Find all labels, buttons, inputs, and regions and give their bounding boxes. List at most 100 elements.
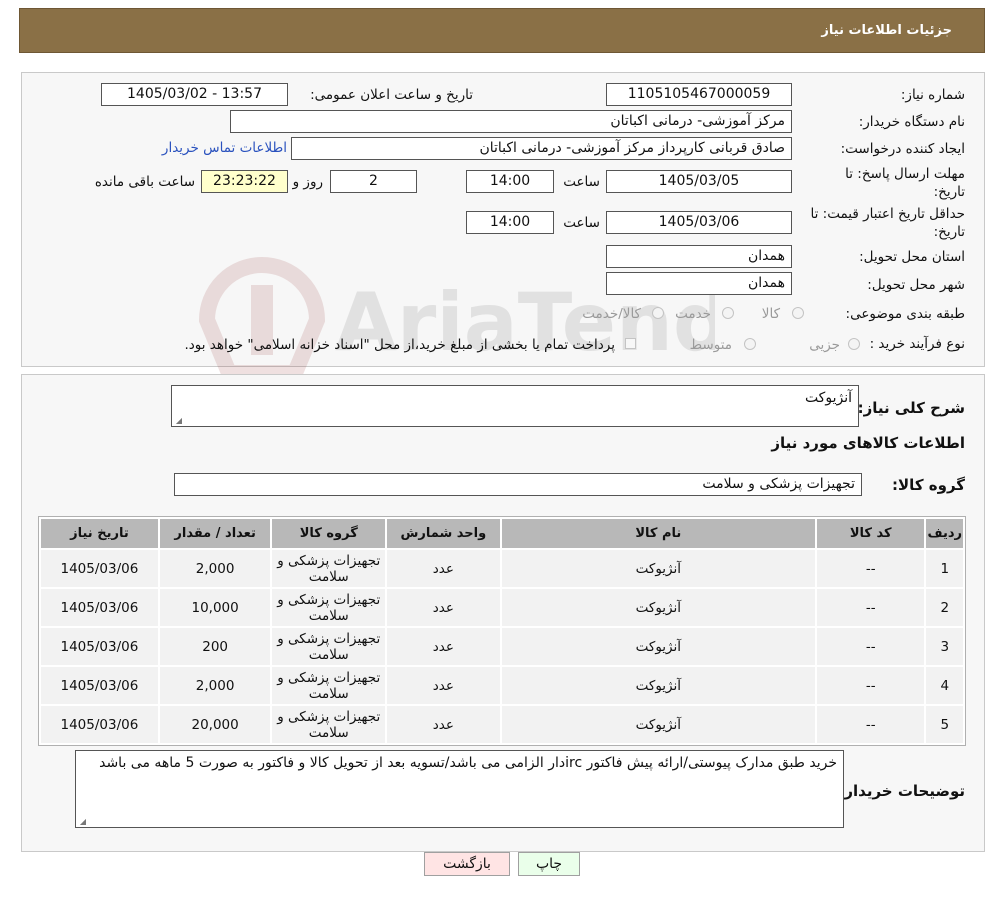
- back-button[interactable]: بازگشت: [424, 852, 510, 876]
- item-code-cell: --: [817, 589, 925, 626]
- validity-time-field: 14:00: [466, 211, 554, 234]
- col-header-unit: واحد شمارش: [387, 519, 500, 548]
- goods-group-field: تجهیزات پزشکی و سلامت: [174, 473, 862, 496]
- col-header-item-code: کد کالا: [817, 519, 925, 548]
- unit-cell: عدد: [387, 706, 500, 743]
- city-field: همدان: [606, 272, 792, 295]
- remaining-label: ساعت باقی مانده: [94, 174, 195, 190]
- quantity-cell: 10,000: [159, 589, 271, 626]
- resize-grip-icon: ◢: [79, 817, 86, 826]
- item-code-cell: --: [817, 628, 925, 665]
- item-name-cell: آنژیوکت: [501, 667, 815, 704]
- page-header: جزئیات اطلاعات نیاز: [19, 8, 985, 53]
- item-code-cell: --: [817, 706, 925, 743]
- category-radio-goods-service[interactable]: [652, 307, 664, 319]
- table-row: 1 -- آنژیوکت عدد تجهیزات پزشکی و سلامت 2…: [41, 550, 963, 587]
- buyer-notes-text: خرید طبق مدارک پیوستی/ارائه پیش فاکتور i…: [99, 755, 837, 771]
- deadline-time-label: ساعت: [563, 174, 600, 190]
- province-label: استان محل تحویل:: [859, 249, 965, 265]
- validity-label: حداقل تاریخ اعتبار قیمت: تا: [810, 206, 965, 222]
- general-description-label: شرح کلی نیاز:: [857, 399, 965, 417]
- category-radio-goods[interactable]: [792, 307, 804, 319]
- col-header-quantity: تعداد / مقدار: [159, 519, 271, 548]
- process-label: نوع فرآیند خرید :: [869, 336, 965, 352]
- items-heading: اطلاعات کالاهای مورد نیاز: [771, 434, 965, 452]
- col-header-row-number: ردیف: [926, 519, 963, 548]
- row-number-cell: 5: [926, 706, 963, 743]
- group-cell: تجهیزات پزشکی و سلامت: [272, 550, 386, 587]
- table-row: 4 -- آنژیوکت عدد تجهیزات پزشکی و سلامت 2…: [41, 667, 963, 704]
- need-date-cell: 1405/03/06: [41, 550, 158, 587]
- deadline-label: مهلت ارسال پاسخ: تا: [845, 166, 965, 182]
- quantity-cell: 2,000: [159, 550, 271, 587]
- process-option-medium: متوسط: [689, 337, 732, 353]
- group-cell: تجهیزات پزشکی و سلامت: [272, 628, 386, 665]
- item-code-cell: --: [817, 667, 925, 704]
- unit-cell: عدد: [387, 667, 500, 704]
- quantity-cell: 20,000: [159, 706, 271, 743]
- validity-date-field: 1405/03/06: [606, 211, 792, 234]
- buyer-org-field: مرکز آموزشی- درمانی اکباتان: [230, 110, 792, 133]
- unit-cell: عدد: [387, 550, 500, 587]
- days-remaining-field: 2: [330, 170, 417, 193]
- province-field: همدان: [606, 245, 792, 268]
- row-number-cell: 3: [926, 628, 963, 665]
- category-label: طبقه بندی موضوعی:: [845, 306, 965, 322]
- quantity-cell: 200: [159, 628, 271, 665]
- need-date-cell: 1405/03/06: [41, 706, 158, 743]
- page-title: جزئیات اطلاعات نیاز: [821, 23, 952, 38]
- requester-label: ایجاد کننده درخواست:: [840, 141, 965, 157]
- category-option-goods: کالا: [761, 306, 780, 322]
- item-name-cell: آنژیوکت: [501, 589, 815, 626]
- item-name-cell: آنژیوکت: [501, 628, 815, 665]
- need-date-cell: 1405/03/06: [41, 628, 158, 665]
- items-table: ردیف کد کالا نام کالا واحد شمارش گروه کا…: [39, 517, 965, 745]
- requester-field: صادق قربانی کارپرداز مرکز آموزشی- درمانی…: [291, 137, 792, 160]
- city-label: شهر محل تحویل:: [867, 277, 965, 293]
- col-header-group: گروه کالا: [272, 519, 386, 548]
- treasury-checkbox[interactable]: [625, 338, 636, 349]
- col-header-item-name: نام کالا: [501, 519, 815, 548]
- buyer-notes-label: توضیحات خریدار:: [838, 782, 965, 800]
- item-name-cell: آنژیوکت: [501, 706, 815, 743]
- buyer-org-label: نام دستگاه خریدار:: [858, 114, 965, 130]
- unit-cell: عدد: [387, 628, 500, 665]
- announce-label: تاریخ و ساعت اعلان عمومی:: [310, 87, 473, 103]
- unit-cell: عدد: [387, 589, 500, 626]
- validity-time-label: ساعت: [563, 215, 600, 231]
- group-cell: تجهیزات پزشکی و سلامت: [272, 667, 386, 704]
- need-number-label: شماره نیاز:: [900, 87, 965, 103]
- need-date-cell: 1405/03/06: [41, 589, 158, 626]
- validity-label-date: تاریخ:: [933, 224, 965, 240]
- table-header-row: ردیف کد کالا نام کالا واحد شمارش گروه کا…: [41, 519, 963, 548]
- deadline-time-field: 14:00: [466, 170, 554, 193]
- process-radio-medium[interactable]: [744, 338, 756, 350]
- print-button[interactable]: چاپ: [518, 852, 580, 876]
- buyer-contact-link[interactable]: اطلاعات تماس خریدار: [162, 140, 287, 156]
- table-row: 5 -- آنژیوکت عدد تجهیزات پزشکی و سلامت 2…: [41, 706, 963, 743]
- row-number-cell: 2: [926, 589, 963, 626]
- row-number-cell: 1: [926, 550, 963, 587]
- col-header-need-date: تاریخ نیاز: [41, 519, 158, 548]
- need-date-cell: 1405/03/06: [41, 667, 158, 704]
- item-code-cell: --: [817, 550, 925, 587]
- group-cell: تجهیزات پزشکی و سلامت: [272, 589, 386, 626]
- category-radio-service[interactable]: [722, 307, 734, 319]
- category-option-service: خدمت: [675, 306, 711, 322]
- days-label: روز و: [292, 174, 323, 190]
- goods-group-label: گروه کالا:: [892, 476, 965, 494]
- category-option-goods-service: کالا/خدمت: [582, 306, 641, 322]
- process-radio-minor[interactable]: [848, 338, 860, 350]
- remaining-time-field: 23:23:22: [201, 170, 288, 193]
- general-description-field: آنژیوکت ◢: [171, 385, 859, 427]
- deadline-label-date: تاریخ:: [933, 184, 965, 200]
- items-table-container: ردیف کد کالا نام کالا واحد شمارش گروه کا…: [38, 516, 966, 746]
- quantity-cell: 2,000: [159, 667, 271, 704]
- announce-field: 1405/03/02 - 13:57: [101, 83, 288, 106]
- resize-grip-icon: ◢: [175, 416, 182, 425]
- deadline-date-field: 1405/03/05: [606, 170, 792, 193]
- table-row: 2 -- آنژیوکت عدد تجهیزات پزشکی و سلامت 1…: [41, 589, 963, 626]
- process-option-minor: جزیی: [809, 337, 840, 353]
- buyer-notes-field: خرید طبق مدارک پیوستی/ارائه پیش فاکتور i…: [75, 750, 844, 828]
- general-description-text: آنژیوکت: [804, 390, 852, 406]
